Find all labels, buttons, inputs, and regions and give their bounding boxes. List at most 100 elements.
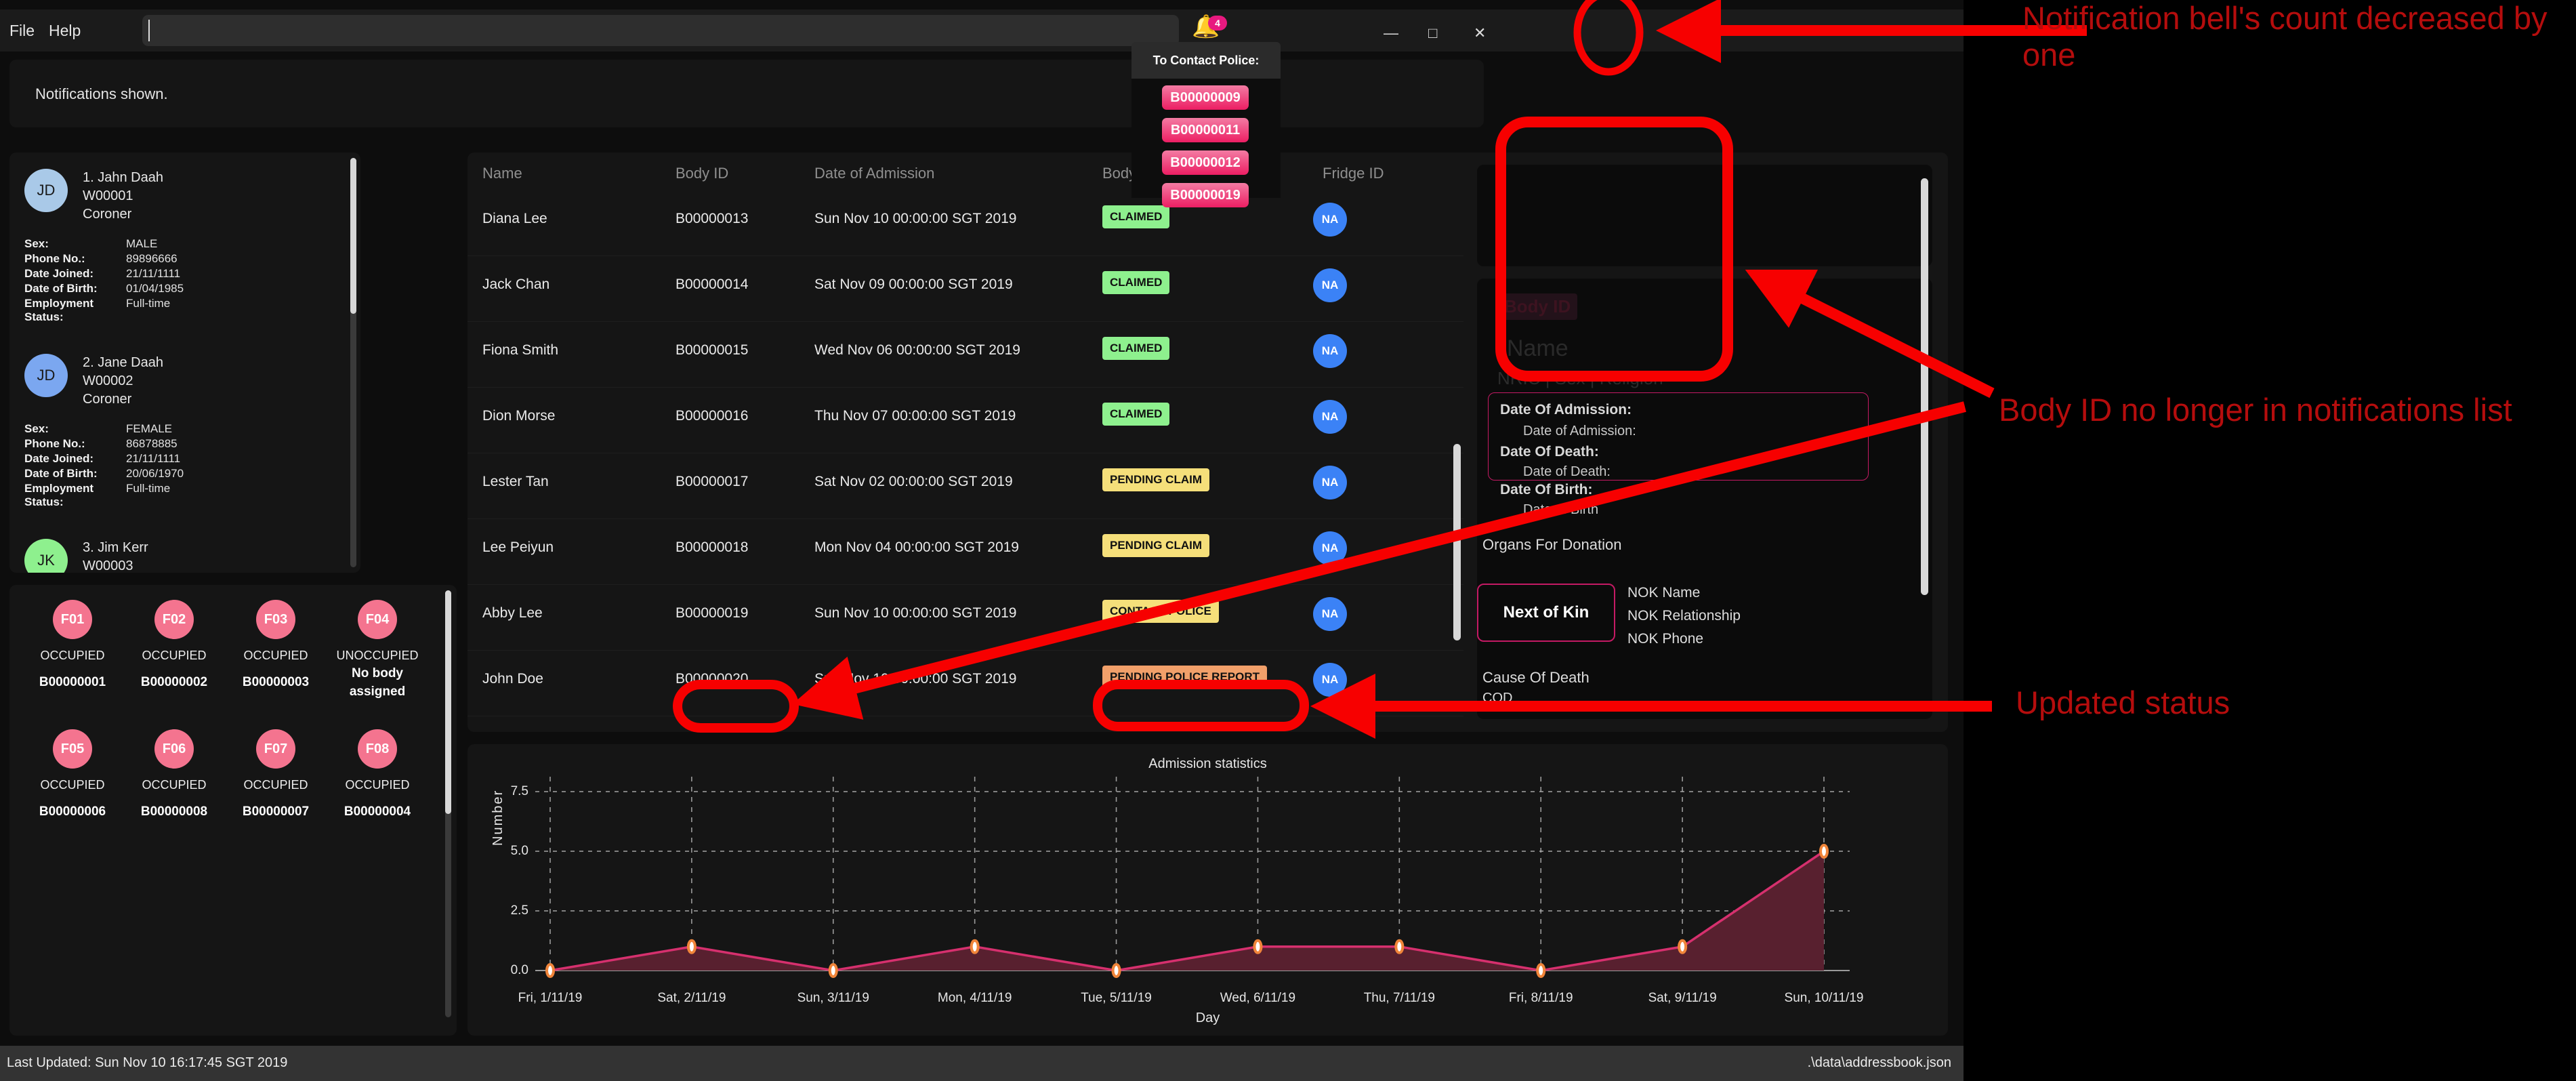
chart-x-tick: Sun, 10/11/19 (1784, 991, 1864, 1005)
fridge-body-id: B00000001 (39, 675, 106, 689)
worker-field-key: Employment Status: (24, 482, 94, 508)
detail-name: Name (1507, 335, 1569, 361)
fridge-card[interactable]: F02 OCCUPIED B00000002 (123, 600, 225, 701)
status-bar: Last Updated: Sun Nov 10 16:17:45 SGT 20… (0, 1046, 1964, 1081)
cell-admission: Sun Nov 10 00:00:00 SGT 2019 (814, 605, 1017, 621)
fridge-id-badge: F03 (256, 600, 295, 639)
chart-x-tick: Sun, 3/11/19 (797, 991, 869, 1005)
fridge-card[interactable]: F04 UNOCCUPIED No body assigned (327, 600, 428, 701)
worker-field-value: 01/04/1985 (126, 282, 184, 295)
status-badge: CLAIMED (1102, 337, 1170, 360)
fridge-id-badge: F04 (358, 600, 397, 639)
cell-name: Lester Tan (482, 474, 549, 489)
fridge-status: OCCUPIED (142, 649, 207, 662)
detail-body-id: Body ID (1497, 293, 1578, 320)
table-row[interactable]: Lester Tan B00000017 Sat Nov 02 00:00:00 S… (468, 453, 1463, 519)
fridge-status: OCCUPIED (243, 649, 308, 662)
fridge-status: OCCUPIED (40, 649, 105, 662)
fridge-card[interactable]: F05 OCCUPIED B00000006 (22, 729, 123, 819)
admission-statistics-panel: Admission statistics Number 0.0 2.5 5.0 7.5… (468, 744, 1948, 1036)
worker-name: 2. Jane Daah (83, 355, 163, 370)
command-input[interactable] (142, 15, 1179, 46)
detail-cause-of-death-value: COD (1482, 691, 1513, 706)
chart-y-tick: 0.0 (510, 963, 528, 977)
fridge-id-badge: F02 (154, 600, 194, 639)
worker-field-key: Sex: (24, 422, 49, 435)
fridge-list-scrollbar[interactable] (445, 590, 451, 1017)
detail-date-admission-key: Date Of Admission: (1500, 402, 1632, 417)
detail-content-card: Body ID Name NRIC | Sex | Religion Date … (1477, 279, 1932, 719)
worker-field-key: Phone No.: (24, 252, 85, 265)
worker-id: W00003 (83, 558, 133, 573)
notification-item[interactable]: B00000012 (1162, 150, 1249, 175)
maximize-button[interactable]: □ (1428, 26, 1437, 41)
body-table-scrollbar[interactable] (1453, 444, 1461, 640)
body-table-rows: Diana Lee B00000013 Sun Nov 10 00:00:00 SG… (468, 190, 1463, 716)
cell-body-id: B00000015 (676, 342, 749, 358)
fridge-card[interactable]: F07 OCCUPIED B00000007 (225, 729, 327, 819)
table-row[interactable]: John Doe B00000020 Sun Nov 10 00:00:00 SGT… (468, 651, 1463, 716)
cell-fridge-id: NA (1313, 400, 1347, 434)
detail-sub-info: NRIC | Sex | Religion (1497, 368, 1663, 388)
worker-card[interactable]: JD 2. Jane Daah W00002 Coroner Sex: FEMALE Pho… (9, 344, 360, 509)
notification-item[interactable]: B00000019 (1162, 183, 1249, 207)
annotation-text-bell: Notification bell's count decreased by o… (2022, 0, 2548, 73)
worker-field-value: 89896666 (126, 252, 178, 265)
worker-fields: Sex: MALE Phone No.: 89896666 Date Joined: 21… (24, 237, 346, 324)
table-row[interactable]: Dion Morse B00000016 Thu Nov 07 00:00:00 S… (468, 388, 1463, 453)
detail-cause-of-death-label: Cause Of Death (1482, 669, 1590, 686)
cell-name: Abby Lee (482, 605, 543, 621)
worker-id: W00002 (83, 373, 133, 388)
cell-fridge-id: NA (1313, 531, 1347, 565)
worker-id: W00001 (83, 188, 133, 203)
notification-popup-list[interactable]: B00000009 B00000011 B00000012 B00000019 (1131, 79, 1281, 207)
notification-popup[interactable]: To Contact Police: B00000009 B00000011 B00… (1131, 42, 1281, 207)
cell-admission: Thu Nov 07 00:00:00 SGT 2019 (814, 408, 1016, 424)
cell-body-id: B00000018 (676, 539, 749, 555)
table-row[interactable]: Jack Chan B00000014 Sat Nov 09 00:00:00 SG… (468, 256, 1463, 322)
fridge-card[interactable]: F03 OCCUPIED B00000003 (225, 600, 327, 701)
notification-item[interactable]: B00000011 (1162, 118, 1249, 142)
fridge-body-id: B00000004 (344, 804, 411, 819)
chart-y-tick: 7.5 (510, 784, 528, 798)
body-table-panel: Name Body ID Date of Admission Body Stat… (468, 152, 1948, 732)
fridge-status: OCCUPIED (142, 778, 207, 792)
worker-field-value: MALE (126, 237, 158, 250)
notification-item[interactable]: B00000009 (1162, 85, 1249, 110)
worker-name: 1. Jahn Daah (83, 170, 163, 185)
worker-card[interactable]: JK3. Jim KerrW00003Coroner (9, 529, 360, 573)
fridge-id-badge: F08 (358, 729, 397, 769)
status-badge: CLAIMED (1102, 403, 1170, 426)
chart-y-tick: 2.5 (510, 903, 528, 918)
chart-x-tick: Mon, 4/11/19 (937, 991, 1012, 1005)
application-window: File Help 🔔 4 — □ ✕ Notifications shown.… (0, 0, 1964, 1081)
avatar: JD (24, 169, 68, 212)
fridge-card[interactable]: F06 OCCUPIED B00000008 (123, 729, 225, 819)
table-row[interactable]: Lee Peiyun B00000018 Mon Nov 04 00:00:00 S… (468, 519, 1463, 585)
worker-list-panel[interactable]: JD 1. Jahn Daah W00001 Coroner Sex: MALE Phone… (9, 152, 360, 573)
fridge-body-id: B00000008 (140, 804, 208, 819)
chart-x-tick: Fri, 8/11/19 (1508, 991, 1573, 1005)
worker-list-scrollbar[interactable] (350, 158, 356, 567)
cell-admission: Sun Nov 10 00:00:00 SGT 2019 (814, 671, 1017, 687)
menu-file[interactable]: File (9, 22, 35, 39)
table-row[interactable]: Diana Lee B00000013 Sun Nov 10 00:00:00 SG… (468, 190, 1463, 256)
table-row[interactable]: Fiona Smith B00000015 Wed Nov 06 00:00:00 … (468, 322, 1463, 388)
cell-body-id: B00000020 (676, 671, 749, 687)
status-badge: CONTACT POLICE (1102, 600, 1219, 623)
cell-body-id: B00000019 (676, 605, 749, 621)
worker-field-key: Date of Birth: (24, 282, 98, 295)
column-header-body-id: Body ID (676, 165, 729, 182)
minimize-button[interactable]: — (1384, 26, 1398, 41)
detail-panel-scrollbar[interactable] (1921, 178, 1928, 595)
fridge-card[interactable]: F08 OCCUPIED B00000004 (327, 729, 428, 819)
fridge-list-panel[interactable]: F01 OCCUPIED B00000001 F02 OCCUPIED B00000002… (9, 585, 457, 1036)
menu-help[interactable]: Help (49, 22, 81, 39)
close-button[interactable]: ✕ (1474, 26, 1486, 41)
table-row[interactable]: Abby Lee B00000019 Sun Nov 10 00:00:00 SGT… (468, 585, 1463, 651)
worker-card[interactable]: JD 1. Jahn Daah W00001 Coroner Sex: MALE Phone… (9, 159, 360, 324)
chart-x-tick: Thu, 7/11/19 (1363, 991, 1435, 1005)
fridge-card[interactable]: F01 OCCUPIED B00000001 (22, 600, 123, 701)
chart-x-tick: Sat, 9/11/19 (1648, 991, 1717, 1005)
status-badge: CLAIMED (1102, 271, 1170, 294)
